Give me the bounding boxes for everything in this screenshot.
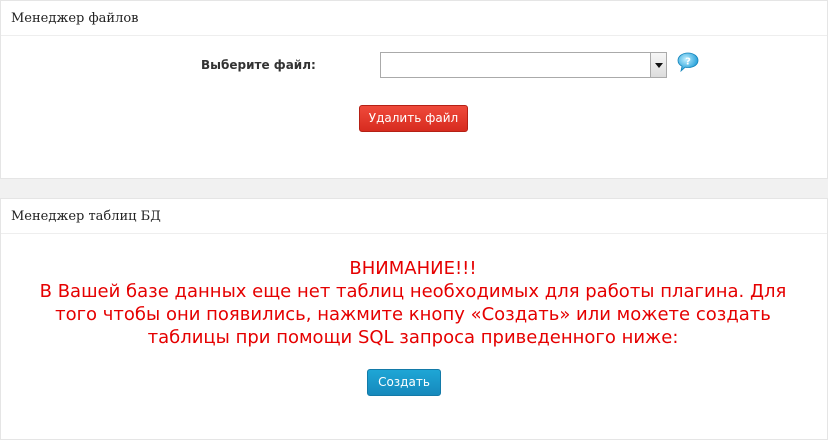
warning-line: таблицы при помощи SQL запроса приведенн… [147, 327, 679, 348]
warning-line: В Вашей базе данных еще нет таблиц необх… [39, 281, 787, 302]
file-manager-title: Менеджер файлов [1, 1, 827, 36]
select-file-label: Выберите файл: [201, 58, 316, 72]
warning-message: ВНИМАНИЕ!!! В Вашей базе данных еще нет … [0, 257, 826, 349]
warning-line: того чтобы они появились, нажмите кнопу … [55, 304, 771, 325]
help-icon[interactable]: ? [677, 52, 699, 72]
svg-text:?: ? [685, 57, 691, 68]
table-manager-title: Менеджер таблиц БД [1, 199, 827, 234]
delete-file-button[interactable]: Удалить файл [359, 105, 468, 132]
warning-heading: ВНИМАНИЕ!!! [349, 258, 477, 279]
chevron-down-icon[interactable] [650, 53, 666, 77]
create-button[interactable]: Создать [367, 369, 441, 396]
file-manager-panel: Менеджер файлов [0, 0, 828, 179]
file-select[interactable] [380, 52, 667, 78]
